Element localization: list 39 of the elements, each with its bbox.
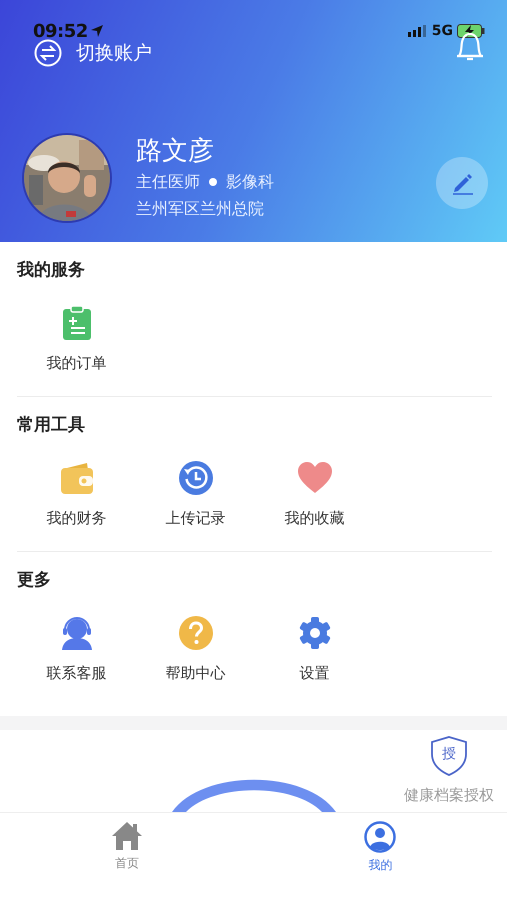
shield-badge-text: 授 bbox=[442, 745, 456, 763]
menu-item[interactable]: 帮助中心 bbox=[136, 616, 255, 683]
help-icon bbox=[178, 616, 212, 650]
profile-icon bbox=[364, 821, 396, 853]
pencil-icon bbox=[450, 171, 474, 195]
edit-button[interactable] bbox=[436, 157, 488, 209]
user-name: 路文彦 bbox=[136, 135, 215, 167]
menu-item[interactable]: 我的财务 bbox=[17, 461, 136, 528]
settings-icon bbox=[298, 616, 332, 650]
section-title: 更多 bbox=[17, 569, 52, 592]
separator-dot bbox=[209, 178, 217, 186]
network-label: 5G bbox=[432, 23, 453, 39]
section-title: 常用工具 bbox=[17, 414, 86, 437]
department: 影像科 bbox=[226, 171, 274, 193]
menu-item[interactable]: 我的订单 bbox=[17, 306, 136, 373]
signal-icon bbox=[408, 25, 426, 37]
heart-icon bbox=[298, 462, 332, 494]
authorization-button[interactable]: 授 健康档案授权 bbox=[404, 736, 494, 805]
shield-icon bbox=[430, 736, 468, 776]
switch-icon bbox=[34, 39, 62, 67]
hospital-name: 兰州军区兰州总院 bbox=[136, 198, 265, 220]
battery-icon bbox=[457, 24, 485, 38]
menu-item[interactable]: 设置 bbox=[255, 616, 374, 683]
home-icon bbox=[110, 821, 143, 851]
headset-person-icon bbox=[60, 616, 94, 650]
wallet-icon bbox=[60, 462, 92, 494]
tab[interactable]: 我的 bbox=[254, 813, 507, 879]
status-time: 09:52 bbox=[33, 20, 88, 42]
tab[interactable]: 首页 bbox=[0, 813, 254, 879]
clock-icon bbox=[178, 461, 212, 495]
switch-account-button[interactable]: 切换账户 bbox=[34, 39, 152, 67]
section-title: 我的服务 bbox=[17, 259, 86, 282]
menu-item[interactable]: 我的收藏 bbox=[255, 461, 374, 528]
menu-item[interactable]: 上传记录 bbox=[136, 461, 255, 528]
bell-icon[interactable] bbox=[455, 31, 485, 63]
job-title: 主任医师 bbox=[136, 171, 200, 193]
location-arrow-icon bbox=[90, 25, 103, 37]
menu-item[interactable]: 联系客服 bbox=[17, 616, 136, 683]
clipboard-icon bbox=[62, 306, 90, 340]
